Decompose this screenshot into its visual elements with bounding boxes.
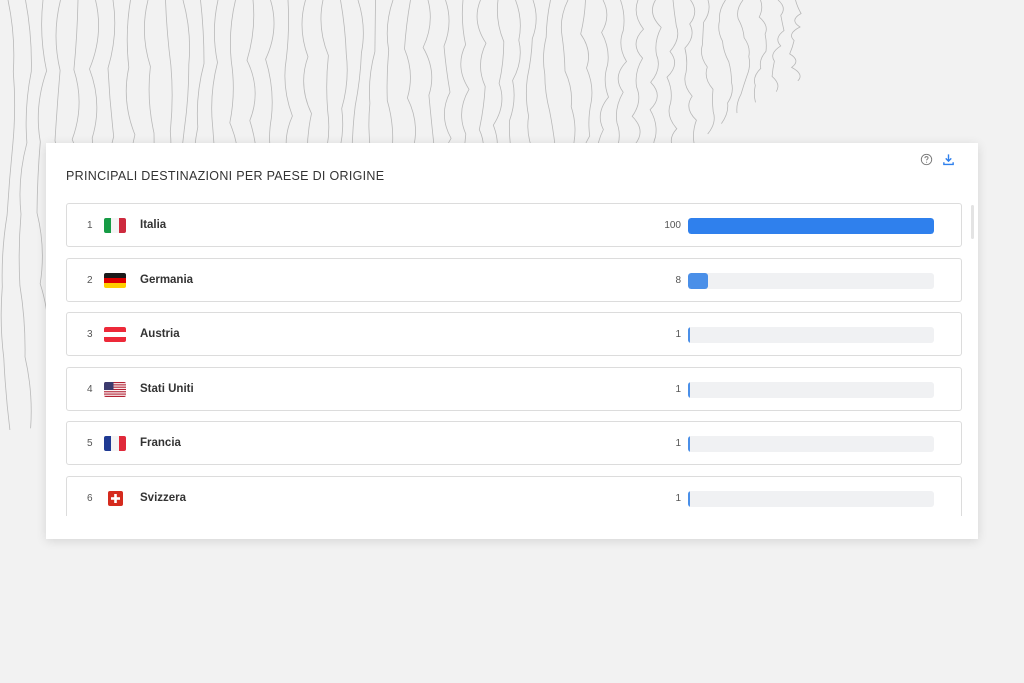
list-item[interactable]: 5 Francia 1 <box>66 421 962 465</box>
wave-line <box>649 0 662 165</box>
value-bar-track <box>688 272 934 289</box>
list-scrollbar[interactable] <box>971 205 974 239</box>
value-bar-track <box>688 327 934 343</box>
download-icon[interactable] <box>942 153 956 167</box>
value-bar-track <box>688 381 934 398</box>
germany-flag-icon <box>104 272 126 288</box>
wave-line <box>736 0 750 114</box>
france-flag-icon <box>104 436 126 451</box>
wave-line <box>18 0 32 429</box>
wave-line <box>666 0 680 155</box>
switzerland-flag-icon <box>108 490 123 506</box>
value-bar-track <box>688 436 934 452</box>
value-bar-fill <box>688 218 934 234</box>
country-name: Germania <box>140 273 194 286</box>
list-item[interactable]: 2 Germania 8 <box>66 257 962 302</box>
row-value: 1 <box>675 492 681 504</box>
card-actions <box>920 153 956 167</box>
top-destinations-card: PRINCIPALI DESTINAZIONI PER PAESE DI ORI… <box>46 143 978 539</box>
list-item[interactable]: 4 Stati Uniti 1 <box>66 366 962 411</box>
rank-number: 6 <box>87 492 93 504</box>
austria-flag-icon <box>104 327 126 342</box>
wave-line <box>701 0 715 135</box>
wave-line <box>0 0 16 430</box>
country-name: Svizzera <box>140 491 187 504</box>
value-bar-fill <box>688 436 691 452</box>
destinations-list: 1 Italia 100 2 Germania 8 3 Austria 1 4 … <box>66 203 962 516</box>
rank-number: 3 <box>87 329 93 340</box>
card-title: PRINCIPALI DESTINAZIONI PER PAESE DI ORI… <box>66 169 385 183</box>
value-bar-fill <box>688 381 691 398</box>
wave-line <box>753 0 767 103</box>
value-bar-fill <box>688 490 691 507</box>
rank-number: 5 <box>87 438 93 449</box>
wave-line <box>771 0 785 92</box>
list-item[interactable]: 6 Svizzera 1 <box>66 475 962 516</box>
help-circle-icon[interactable] <box>920 153 934 167</box>
country-name: Austria <box>140 328 180 340</box>
row-value: 8 <box>675 274 681 286</box>
rank-number: 4 <box>87 383 93 395</box>
list-item[interactable]: 1 Italia 100 <box>66 203 962 247</box>
list-item[interactable]: 3 Austria 1 <box>66 312 962 356</box>
country-name: Francia <box>140 437 181 449</box>
wave-line <box>789 0 802 82</box>
rank-number: 1 <box>87 220 93 231</box>
value-bar-track <box>688 490 934 507</box>
country-name: Italia <box>140 219 167 231</box>
row-value: 1 <box>675 329 681 340</box>
row-value: 1 <box>675 438 681 449</box>
value-bar-track <box>688 218 934 234</box>
wave-line <box>684 0 697 145</box>
country-name: Stati Uniti <box>140 382 194 395</box>
value-bar-fill <box>688 272 708 289</box>
usa-flag-icon <box>104 381 126 397</box>
wave-line <box>718 0 733 124</box>
italy-flag-icon <box>104 218 126 233</box>
value-bar-fill <box>688 327 691 343</box>
rank-number: 2 <box>87 274 93 286</box>
row-value: 1 <box>675 383 681 395</box>
row-value: 100 <box>664 220 681 231</box>
